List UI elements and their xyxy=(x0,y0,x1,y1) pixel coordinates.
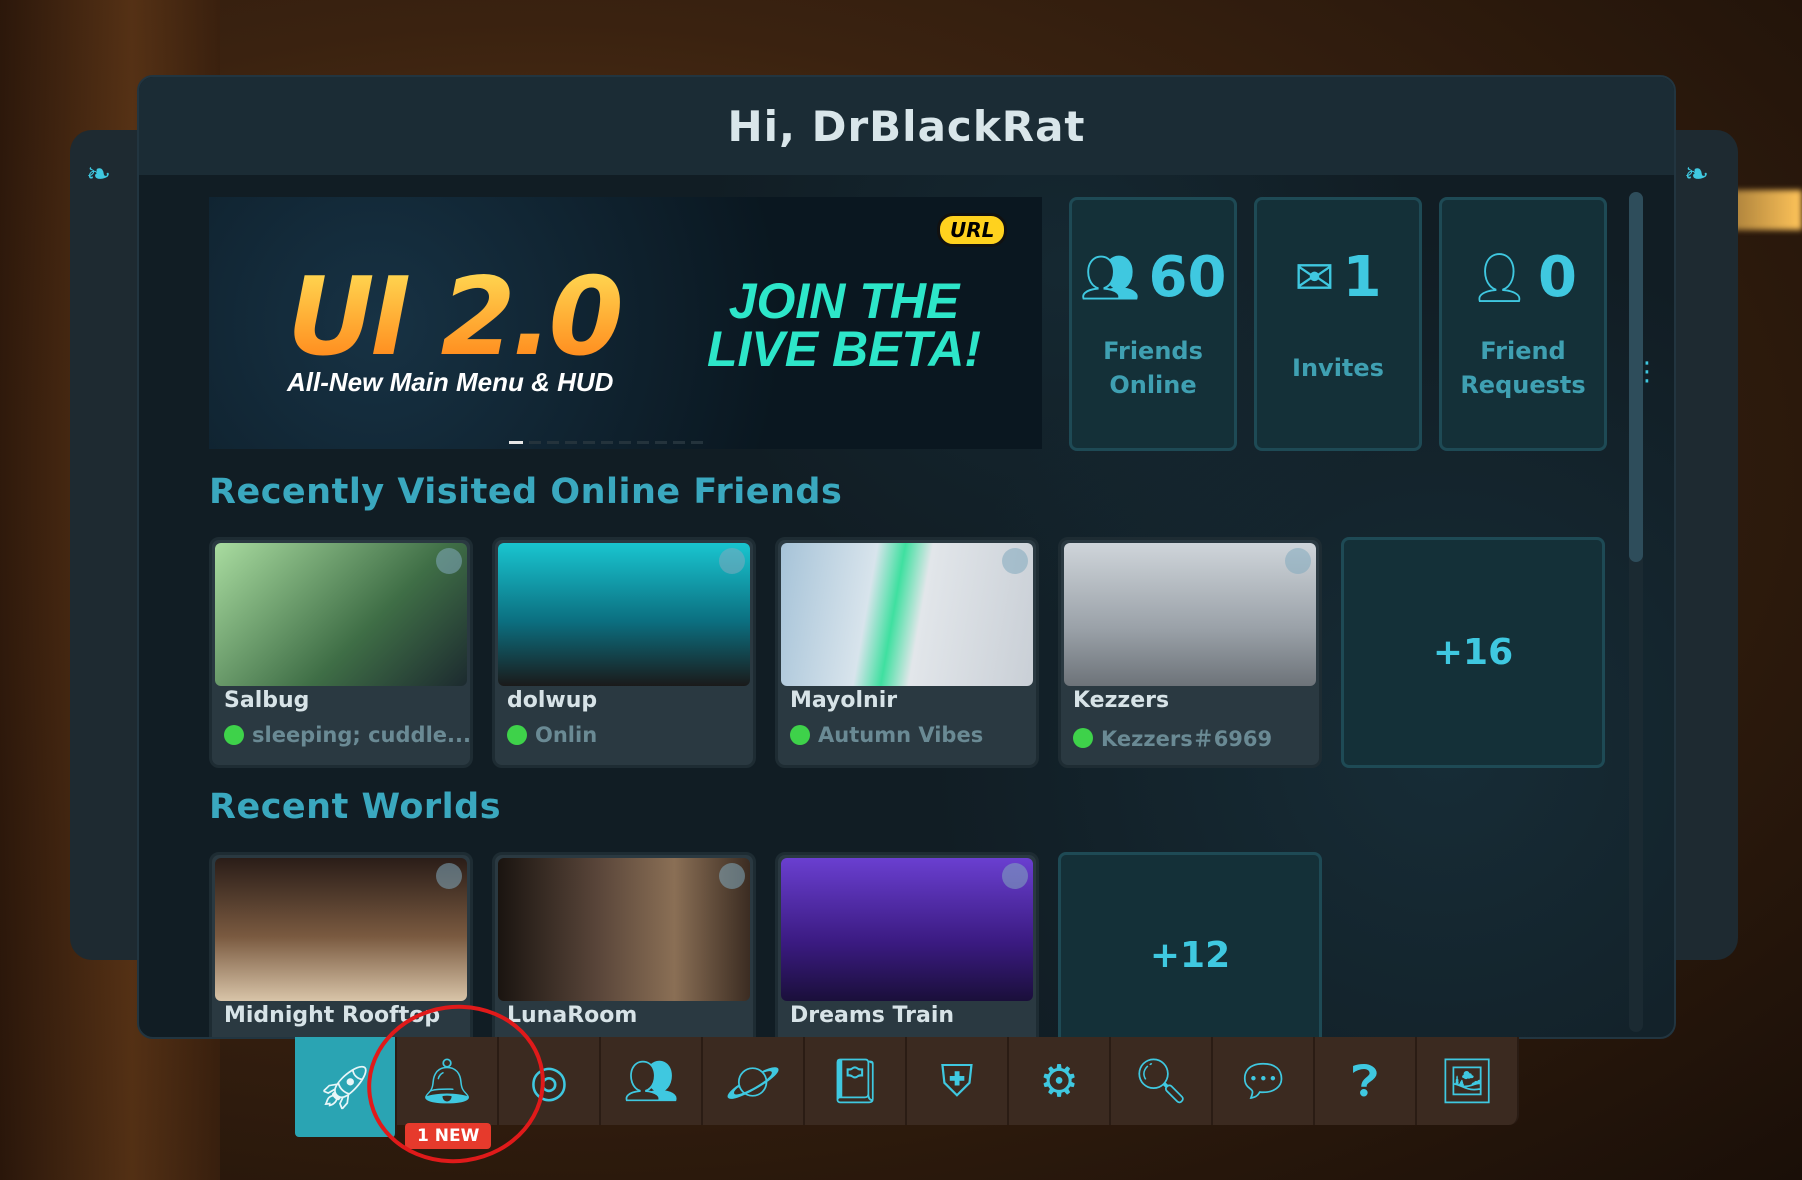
header: Hi, DrBlackRat xyxy=(139,77,1674,175)
url-badge[interactable]: URL xyxy=(937,213,1008,247)
world-name: LunaRoom xyxy=(507,1003,638,1028)
world-name: Dreams Train xyxy=(790,1003,955,1028)
invites-tile[interactable]: ✉ 1 Invites xyxy=(1254,197,1422,451)
notebook-icon: 📔︎ xyxy=(827,1056,883,1107)
friend-requests-label: Friend xyxy=(1480,337,1566,365)
search-icon: 🔍︎ xyxy=(1133,1056,1189,1107)
friends-online-tile[interactable]: 👥︎ 60 Friends Online xyxy=(1069,197,1237,451)
invites-count: 1 xyxy=(1342,245,1382,310)
world-status-icon xyxy=(1002,863,1028,889)
online-status-dot xyxy=(507,725,527,745)
world-card[interactable]: Dreams Train xyxy=(775,852,1039,1037)
nav-social[interactable]: 👥︎ xyxy=(601,1037,703,1125)
world-card[interactable]: LunaRoom xyxy=(492,852,756,1037)
scrollbar[interactable] xyxy=(1629,192,1643,1032)
carousel-dot[interactable] xyxy=(601,441,613,444)
more-friends-button[interactable]: +16 xyxy=(1341,537,1605,768)
more-options-icon[interactable]: ⋮ xyxy=(1634,359,1660,385)
world-status-icon xyxy=(436,863,462,889)
friends-online-label: Friends xyxy=(1103,337,1203,365)
friend-status-text: Autumn Vibes xyxy=(818,723,984,747)
friend-status-text: sleeping; cuddle... xyxy=(252,723,471,747)
wing-icon: ❧ xyxy=(86,157,112,192)
friend-card[interactable]: Salbug sleeping; cuddle... xyxy=(209,537,473,768)
friend-name: Kezzers xyxy=(1073,688,1170,713)
friend-card[interactable]: dolwup Onlin xyxy=(492,537,756,768)
friend-status-icon xyxy=(436,548,462,574)
friend-status-icon xyxy=(1002,548,1028,574)
wing-icon: ❧ xyxy=(1684,157,1710,192)
friend-card[interactable]: Mayolnir Autumn Vibes xyxy=(775,537,1039,768)
world-thumbnail xyxy=(498,858,750,1001)
carousel-dot[interactable] xyxy=(509,441,523,444)
nav-settings[interactable]: ⚙ xyxy=(1009,1037,1111,1125)
gear-icon: ⚙ xyxy=(1039,1055,1079,1107)
promo-banner[interactable]: UI 2.0 All-New Main Menu & HUD JOIN THE … xyxy=(209,197,1042,449)
carousel-dot[interactable] xyxy=(529,441,541,444)
friend-avatar-thumbnail xyxy=(498,543,750,686)
add-friend-icon: 👤︎ xyxy=(1469,250,1530,306)
friend-avatar-thumbnail xyxy=(215,543,467,686)
help-icon: ❓︎ xyxy=(1351,1055,1379,1107)
banner-subheadline: All-New Main Menu & HUD xyxy=(287,367,614,397)
carousel-dot[interactable] xyxy=(655,441,667,444)
greeting-title: Hi, DrBlackRat xyxy=(727,101,1086,151)
carousel-dot[interactable] xyxy=(673,441,685,444)
banner-cta: JOIN THE LIVE BETA! xyxy=(699,273,989,377)
main-menu-panel: Hi, DrBlackRat UI 2.0 All-New Main Menu … xyxy=(137,75,1676,1039)
nav-safety[interactable]: ⛨ xyxy=(907,1037,1009,1125)
nav-help[interactable]: ❓︎ xyxy=(1315,1037,1417,1125)
friend-status-icon xyxy=(719,548,745,574)
nav-avatars[interactable]: 📔︎ xyxy=(805,1037,907,1125)
friend-name: Mayolnir xyxy=(790,688,898,713)
carousel-dot[interactable] xyxy=(583,441,595,444)
friends-section-title: Recently Visited Online Friends xyxy=(209,472,843,512)
friends-online-count: 60 xyxy=(1148,245,1227,310)
friend-status-text: Kezzers＃6969 xyxy=(1101,727,1273,751)
rocket-icon: 🚀︎ xyxy=(317,1062,373,1113)
world-thumbnail xyxy=(781,858,1033,1001)
nav-worlds[interactable]: 🪐︎ xyxy=(703,1037,805,1125)
carousel-dot[interactable] xyxy=(547,441,559,444)
carousel-dot[interactable] xyxy=(565,441,577,444)
planet-icon: 🪐︎ xyxy=(725,1056,781,1107)
friend-requests-tile[interactable]: 👤︎ 0 Friend Requests xyxy=(1439,197,1607,451)
friends-icon: 👥︎ xyxy=(1079,250,1141,306)
nav-search[interactable]: 🔍︎ xyxy=(1111,1037,1213,1125)
more-worlds-button[interactable]: +12 xyxy=(1058,852,1322,1037)
worlds-section-title: Recent Worlds xyxy=(209,787,502,827)
friend-requests-label-2: Requests xyxy=(1460,371,1586,399)
carousel-dot[interactable] xyxy=(691,441,703,444)
group-icon: 👥︎ xyxy=(623,1056,679,1107)
friend-avatar-thumbnail xyxy=(1064,543,1316,686)
carousel-dot[interactable] xyxy=(619,441,631,444)
online-status-dot xyxy=(1073,728,1093,748)
online-status-dot xyxy=(224,725,244,745)
carousel-dot[interactable] xyxy=(637,441,649,444)
friend-requests-count: 0 xyxy=(1537,245,1577,310)
online-status-dot xyxy=(790,725,810,745)
friends-online-label-2: Online xyxy=(1109,371,1197,399)
friend-name: dolwup xyxy=(507,688,598,713)
invites-label: Invites xyxy=(1292,354,1384,382)
banner-cta-line2: LIVE BETA! xyxy=(706,321,982,377)
banner-carousel-dots[interactable] xyxy=(509,441,703,444)
gallery-icon: 🖼︎ xyxy=(1439,1056,1495,1107)
banner-headline: UI 2.0 xyxy=(287,255,624,380)
shield-icon: ⛨ xyxy=(940,1055,974,1107)
envelope-icon: ✉ xyxy=(1294,250,1335,306)
nav-chat[interactable]: 💬︎ xyxy=(1213,1037,1315,1125)
world-status-icon xyxy=(719,863,745,889)
friend-avatar-thumbnail xyxy=(781,543,1033,686)
friend-name: Salbug xyxy=(224,688,310,713)
nav-gallery[interactable]: 🖼︎ xyxy=(1417,1037,1519,1125)
banner-cta-line1: JOIN THE xyxy=(728,273,960,329)
friend-card[interactable]: Kezzers Kezzers＃6969 xyxy=(1058,537,1322,768)
friend-status-text: Onlin xyxy=(535,723,598,747)
friend-status-icon xyxy=(1285,548,1311,574)
world-thumbnail xyxy=(215,858,467,1001)
chat-add-icon: 💬︎ xyxy=(1235,1056,1291,1107)
